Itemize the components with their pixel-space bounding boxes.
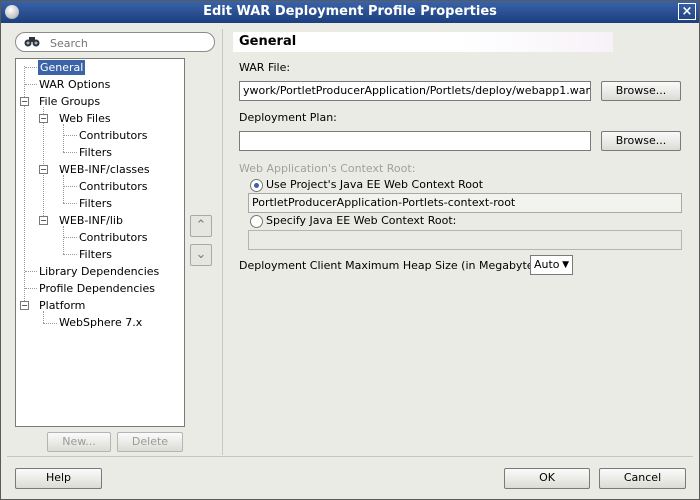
footer-divider xyxy=(7,456,693,457)
war-file-label: WAR File: xyxy=(239,61,291,74)
specify-context-root-input[interactable] xyxy=(248,230,682,250)
chevron-up-icon: ⌃ xyxy=(195,218,207,233)
close-button[interactable]: × xyxy=(678,3,696,20)
cancel-button[interactable]: Cancel xyxy=(599,468,686,489)
dialog-window: Edit WAR Deployment Profile Properties ×… xyxy=(0,0,700,500)
tree-item-general[interactable]: General xyxy=(38,60,86,75)
heap-size-value: Auto xyxy=(534,258,560,271)
browse-war-button[interactable]: Browse... xyxy=(601,81,681,101)
tree-line xyxy=(63,226,64,254)
tree-item-profile-dependencies[interactable]: Profile Dependencies xyxy=(39,281,155,296)
move-up-button[interactable]: ⌃ xyxy=(190,215,212,237)
tree-item-file-groups[interactable]: File Groups xyxy=(39,94,100,109)
new-button[interactable]: New... xyxy=(47,432,111,452)
navigation-tree: − − − − − General WAR Options File Group… xyxy=(15,58,185,427)
search-field[interactable] xyxy=(15,32,215,52)
search-input[interactable] xyxy=(48,35,212,51)
deployment-plan-input[interactable] xyxy=(239,131,591,151)
tree-line xyxy=(25,288,37,289)
tree-item-library-dependencies[interactable]: Library Dependencies xyxy=(39,264,159,279)
use-project-context-root-radio[interactable] xyxy=(250,179,263,192)
tree-item-web-files[interactable]: Web Files xyxy=(59,111,111,126)
war-file-input[interactable]: ywork/PortletProducerApplication/Portlet… xyxy=(239,81,591,101)
project-context-root-field: PortletProducerApplication-Portlets-cont… xyxy=(248,193,682,213)
ok-button[interactable]: OK xyxy=(504,468,590,489)
dropdown-arrow-icon: ▼ xyxy=(562,260,569,270)
collapse-icon[interactable]: − xyxy=(20,301,29,310)
move-down-button[interactable]: ⌄ xyxy=(190,244,212,266)
binoculars-icon xyxy=(24,36,40,51)
tree-line xyxy=(63,152,77,153)
tree-item-contributors[interactable]: Contributors xyxy=(79,179,148,194)
collapse-icon[interactable]: − xyxy=(39,114,48,123)
tree-item-filters[interactable]: Filters xyxy=(79,247,112,262)
tree-item-platform[interactable]: Platform xyxy=(39,298,85,313)
collapse-icon[interactable]: − xyxy=(39,216,48,225)
tree-item-websphere[interactable]: WebSphere 7.x xyxy=(59,315,142,330)
tree-line xyxy=(43,323,57,324)
delete-button[interactable]: Delete xyxy=(117,432,183,452)
specify-context-root-radio[interactable] xyxy=(250,215,263,228)
tree-item-filters[interactable]: Filters xyxy=(79,196,112,211)
tree-item-web-inf-classes[interactable]: WEB-INF/classes xyxy=(59,162,150,177)
title-bar[interactable]: Edit WAR Deployment Profile Properties × xyxy=(1,1,699,23)
help-button[interactable]: Help xyxy=(15,468,102,489)
heap-size-label: Deployment Client Maximum Heap Size (in … xyxy=(239,259,548,272)
tree-line xyxy=(63,175,64,203)
tree-line xyxy=(25,67,37,68)
chevron-down-icon: ⌄ xyxy=(195,247,207,262)
deployment-plan-label: Deployment Plan: xyxy=(239,111,337,124)
collapse-icon[interactable]: − xyxy=(39,165,48,174)
collapse-icon[interactable]: − xyxy=(20,97,29,106)
page-title: General xyxy=(239,34,297,49)
tree-line xyxy=(43,107,44,220)
tree-item-filters[interactable]: Filters xyxy=(79,145,112,160)
tree-line xyxy=(63,254,77,255)
window-title: Edit WAR Deployment Profile Properties xyxy=(203,4,497,19)
panel-header: General xyxy=(233,32,613,52)
tree-line xyxy=(63,135,77,136)
use-project-context-root-label[interactable]: Use Project's Java EE Web Context Root xyxy=(266,178,483,191)
specify-context-root-label[interactable]: Specify Java EE Web Context Root: xyxy=(266,214,456,227)
tree-line xyxy=(25,84,37,85)
tree-line xyxy=(63,203,77,204)
tree-item-war-options[interactable]: WAR Options xyxy=(39,77,110,92)
splitter[interactable] xyxy=(222,29,223,455)
heap-size-select[interactable]: Auto ▼ xyxy=(530,255,573,275)
browse-plan-button[interactable]: Browse... xyxy=(601,131,681,151)
tree-line xyxy=(63,237,77,238)
tree-item-web-inf-lib[interactable]: WEB-INF/lib xyxy=(59,213,123,228)
context-root-label: Web Application's Context Root: xyxy=(239,162,416,175)
tree-item-contributors[interactable]: Contributors xyxy=(79,128,148,143)
tree-line xyxy=(63,186,77,187)
tree-line xyxy=(63,124,64,152)
tree-line xyxy=(25,271,37,272)
tree-item-contributors[interactable]: Contributors xyxy=(79,230,148,245)
